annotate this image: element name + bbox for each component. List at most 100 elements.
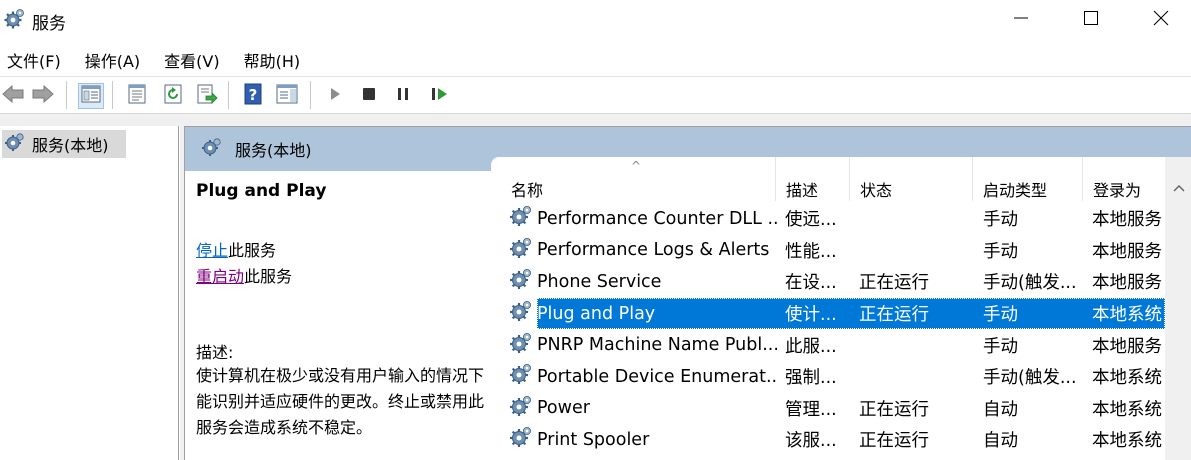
- restart-service-action: 重启动此服务: [196, 263, 292, 287]
- back-icon: [1, 84, 25, 108]
- column-header-description[interactable]: 描述: [776, 157, 850, 201]
- export-list-icon: [196, 84, 218, 108]
- service-row[interactable]: Plug and Play 使计... 正在运行 手动 本地系统: [491, 297, 1165, 330]
- service-row[interactable]: Power 管理... 正在运行 自动 本地系统: [491, 393, 1165, 425]
- export-list-button[interactable]: [194, 83, 220, 109]
- description-text: 使计算机在极少或没有用户输入的情况下能识别并适应硬件的更改。终止或禁用此服务会造…: [196, 366, 485, 437]
- column-header-logon-as[interactable]: 登录为: [1083, 157, 1165, 201]
- service-gear-icon: [509, 204, 533, 233]
- service-name-cell: Print Spooler: [509, 424, 777, 456]
- service-name-cell: Power: [509, 393, 777, 425]
- gear-icon: [201, 137, 223, 161]
- stop-service-link[interactable]: 停止: [196, 241, 228, 260]
- service-name-cell: Phone Service: [509, 266, 777, 298]
- show-action-pane-icon: [276, 84, 298, 108]
- help-icon: ?: [243, 83, 263, 109]
- minimize-button[interactable]: [986, 0, 1056, 40]
- forward-button[interactable]: [30, 83, 56, 109]
- vertical-scrollbar[interactable]: [1165, 157, 1191, 460]
- column-header-name[interactable]: 名称: [501, 157, 776, 201]
- service-name: Power: [537, 398, 590, 419]
- service-description: 使计...: [785, 305, 837, 326]
- service-description: 性能...: [785, 241, 837, 262]
- service-row[interactable]: Performance Counter DLL ... 使远... 手动 本地服务: [491, 203, 1165, 235]
- service-description: 此服...: [785, 336, 837, 357]
- stop-service-action: 停止此服务: [196, 237, 276, 261]
- toolbar-separator: [112, 81, 113, 109]
- restart-service-suffix: 此服务: [244, 267, 293, 286]
- service-name-cell: Performance Counter DLL ...: [509, 203, 777, 235]
- stop-service-icon: [361, 86, 377, 106]
- help-button[interactable]: ?: [240, 83, 266, 109]
- restart-service-button[interactable]: [426, 83, 452, 109]
- description-label: 描述:: [196, 343, 234, 362]
- show-hide-tree-button[interactable]: [78, 83, 104, 109]
- service-name: Portable Device Enumerat...: [537, 366, 777, 387]
- service-description-panel: Plug and Play 停止此服务 重启动此服务 描述: 使计算机在极少或没…: [185, 171, 491, 460]
- services-list-area: ^ 名称 描述 状态 启动类型 登录为 Performance Counter …: [491, 157, 1191, 460]
- column-header-startup-type[interactable]: 启动类型: [973, 157, 1083, 201]
- maximize-button[interactable]: [1056, 0, 1126, 40]
- service-description: 该服...: [785, 431, 837, 452]
- service-logon-as: 本地服务: [1092, 273, 1162, 294]
- back-button[interactable]: [0, 83, 26, 109]
- start-service-button[interactable]: [322, 83, 348, 109]
- service-name: PNRP Machine Name Publ...: [537, 335, 777, 356]
- stop-service-button[interactable]: [356, 83, 382, 109]
- menu-help[interactable]: 帮助(H): [237, 44, 309, 74]
- toolbar-bottom-band: [0, 113, 1191, 126]
- console-tree: 服务(本地): [0, 126, 179, 460]
- column-header-status[interactable]: 状态: [850, 157, 973, 201]
- service-startup-type: 手动: [983, 336, 1018, 357]
- properties-button[interactable]: [124, 83, 150, 109]
- service-status: 正在运行: [859, 431, 929, 452]
- pause-service-button[interactable]: [390, 83, 416, 109]
- service-name-cell: Portable Device Enumerat...: [509, 361, 777, 393]
- service-description: 使远...: [785, 210, 837, 231]
- svg-text:?: ?: [249, 86, 258, 104]
- service-logon-as: 本地系统: [1092, 431, 1162, 452]
- service-row[interactable]: Performance Logs & Alerts 性能... 手动 本地服务: [491, 235, 1165, 267]
- service-name: Plug and Play: [537, 303, 656, 324]
- service-row[interactable]: Portable Device Enumerat... 强制... 手动(触发...…: [491, 361, 1165, 393]
- service-gear-icon: [509, 425, 533, 454]
- menu-view[interactable]: 查看(V): [157, 44, 227, 74]
- pane-header-label: 服务(本地): [235, 141, 312, 160]
- service-name: Print Spooler: [537, 429, 650, 450]
- service-name-cell: PNRP Machine Name Publ...: [509, 329, 777, 361]
- service-startup-type: 自动: [983, 399, 1018, 420]
- service-row[interactable]: Print Spooler 该服... 正在运行 自动 本地系统: [491, 424, 1165, 456]
- scroll-up-button[interactable]: [1165, 175, 1191, 197]
- chevron-up-icon: [1173, 177, 1185, 196]
- toolbar-separator: [66, 81, 67, 109]
- refresh-icon: [163, 84, 183, 108]
- service-logon-as: 本地系统: [1092, 305, 1162, 326]
- show-hide-tree-icon: [81, 85, 101, 107]
- service-status: 正在运行: [859, 273, 929, 294]
- service-logon-as: 本地系统: [1092, 368, 1162, 389]
- maximize-icon: [1083, 10, 1099, 30]
- restart-service-link[interactable]: 重启动: [196, 267, 244, 286]
- service-status: 正在运行: [859, 399, 929, 420]
- menu-action[interactable]: 操作(A): [78, 44, 148, 74]
- show-action-pane-button[interactable]: [274, 83, 300, 109]
- tree-node-services-local[interactable]: 服务(本地): [2, 130, 126, 158]
- services-app-icon: [4, 8, 26, 30]
- service-name: Phone Service: [537, 271, 662, 292]
- service-logon-as: 本地服务: [1092, 210, 1162, 231]
- close-button[interactable]: [1126, 0, 1191, 40]
- service-row[interactable]: Phone Service 在设... 正在运行 手动(触发... 本地服务: [491, 266, 1165, 298]
- service-row[interactable]: PNRP Machine Name Publ... 此服... 手动 本地服务: [491, 329, 1165, 361]
- service-name: Performance Counter DLL ...: [537, 208, 777, 229]
- menu-file[interactable]: 文件(F): [0, 44, 69, 74]
- service-gear-icon: [509, 299, 533, 328]
- refresh-button[interactable]: [160, 83, 186, 109]
- service-gear-icon: [509, 331, 533, 360]
- service-name-cell: Plug and Play: [509, 298, 777, 330]
- service-status: [859, 329, 969, 361]
- selected-service-title: Plug and Play: [196, 181, 327, 201]
- service-startup-type: 手动: [983, 241, 1018, 262]
- service-description: 强制...: [785, 368, 837, 389]
- window-title: 服务: [32, 14, 66, 34]
- forward-icon: [31, 84, 55, 108]
